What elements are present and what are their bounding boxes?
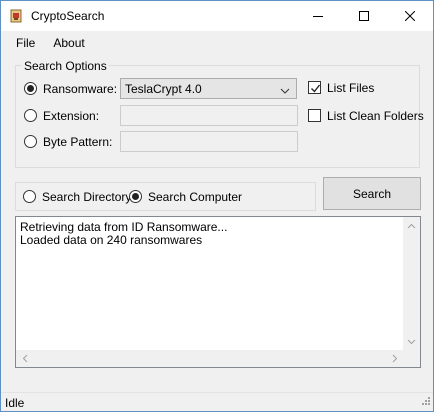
horizontal-scrollbar[interactable] — [16, 350, 403, 367]
minimize-icon — [313, 16, 323, 17]
menu-bar: File About — [1, 32, 433, 54]
list-clean-folders-label: List Clean Folders — [327, 109, 424, 123]
extension-input[interactable] — [120, 105, 298, 126]
log-line: Loaded data on 240 ransomwares — [20, 233, 203, 247]
minimize-button[interactable] — [295, 1, 341, 31]
ransomware-label: Ransomware: — [43, 82, 118, 96]
search-button[interactable]: Search — [323, 177, 421, 210]
byte-pattern-label: Byte Pattern: — [43, 135, 113, 149]
status-bar: Idle — [1, 392, 433, 411]
extension-label: Extension: — [43, 109, 100, 123]
scroll-left-icon[interactable] — [16, 350, 33, 367]
list-clean-folders-checkbox[interactable] — [308, 109, 321, 122]
close-button[interactable] — [387, 1, 433, 31]
list-files-checkbox[interactable] — [308, 81, 321, 94]
close-icon — [405, 11, 415, 21]
byte-pattern-radio[interactable] — [24, 135, 37, 148]
log-text: Retrieving data from ID Ransomware... Lo… — [20, 221, 227, 247]
ransomware-select[interactable]: TeslaCrypt 4.0 — [120, 78, 297, 99]
search-computer-radio[interactable] — [129, 190, 142, 203]
ransomware-select-value: TeslaCrypt 4.0 — [125, 82, 202, 96]
menu-file[interactable]: File — [1, 32, 44, 54]
scroll-right-icon[interactable] — [386, 350, 403, 367]
window-title: CryptoSearch — [31, 9, 105, 23]
search-directory-label: Search Directory — [42, 190, 132, 204]
maximize-icon — [359, 11, 369, 21]
lock-icon — [10, 9, 22, 23]
status-text: Idle — [5, 396, 25, 410]
scroll-down-icon[interactable] — [403, 333, 420, 350]
scroll-up-icon[interactable] — [403, 217, 420, 234]
search-computer-label: Search Computer — [148, 190, 243, 204]
title-bar[interactable]: CryptoSearch — [1, 1, 433, 31]
search-options-label: Search Options — [22, 59, 109, 73]
menu-about[interactable]: About — [44, 32, 93, 54]
vertical-scrollbar[interactable] — [403, 217, 420, 350]
list-files-label: List Files — [327, 81, 375, 95]
maximize-button[interactable] — [341, 1, 387, 31]
resize-grip-icon[interactable] — [420, 395, 431, 409]
checkmark-icon — [311, 84, 321, 93]
search-directory-radio[interactable] — [23, 190, 36, 203]
chevron-down-icon — [280, 84, 290, 98]
ransomware-radio[interactable] — [24, 82, 37, 95]
scrollbar-corner — [403, 350, 420, 367]
app-window: CryptoSearch File About Search Options R… — [0, 0, 434, 412]
extension-radio[interactable] — [24, 109, 37, 122]
byte-pattern-input[interactable] — [120, 131, 298, 152]
output-log[interactable]: Retrieving data from ID Ransomware... Lo… — [15, 216, 421, 368]
